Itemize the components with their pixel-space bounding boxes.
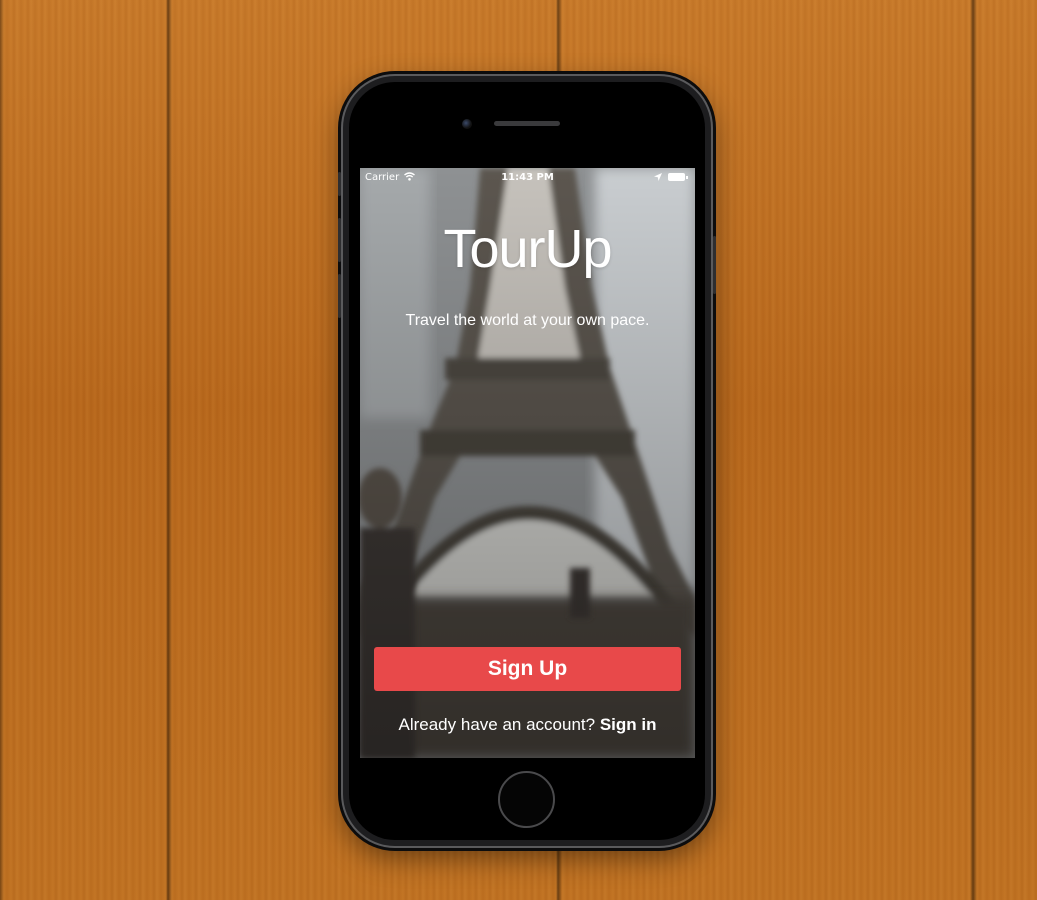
- home-button[interactable]: [498, 771, 555, 828]
- power-button: [713, 236, 716, 294]
- sign-up-label: Sign Up: [487, 657, 568, 680]
- battery-icon: [668, 173, 688, 181]
- app-title: TourUp: [443, 219, 612, 279]
- app-tagline: Travel the world at your own pace.: [405, 312, 650, 329]
- sign-in-link[interactable]: Sign in: [600, 715, 657, 734]
- app-screen: Carrier 11:43 PM TourUp Travel the world…: [360, 168, 695, 758]
- volume-down-button: [338, 274, 341, 318]
- sign-up-button[interactable]: Sign Up: [374, 647, 681, 691]
- location-arrow-icon: [654, 173, 662, 181]
- earpiece-speaker-icon: [494, 121, 560, 126]
- status-bar: Carrier 11:43 PM: [360, 168, 695, 188]
- mute-switch: [338, 172, 341, 196]
- sign-in-row: Already have an account? Sign in: [360, 715, 695, 735]
- sign-in-prompt: Already have an account?: [398, 715, 596, 734]
- status-time: 11:43 PM: [501, 172, 554, 183]
- volume-up-button: [338, 218, 341, 262]
- front-camera-icon: [462, 119, 472, 129]
